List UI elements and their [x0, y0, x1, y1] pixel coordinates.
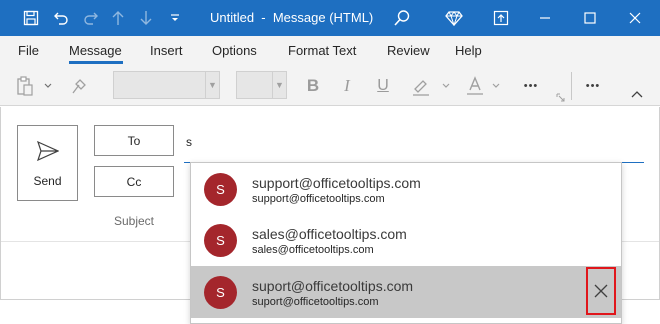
- search-icon[interactable]: [389, 0, 415, 36]
- arrow-up-icon[interactable]: [106, 0, 130, 36]
- suggestion-name: sales@officetooltips.com: [252, 226, 407, 242]
- customize-toolbar-icon[interactable]: [164, 0, 186, 36]
- tab-help[interactable]: Help: [455, 43, 482, 58]
- bold-button[interactable]: B: [303, 74, 323, 98]
- collapse-ribbon-icon[interactable]: [628, 88, 646, 102]
- close-icon[interactable]: [618, 0, 652, 36]
- chevron-down-icon: ▼: [272, 72, 286, 98]
- tab-message[interactable]: Message: [69, 43, 122, 58]
- send-icon: [37, 141, 59, 161]
- tab-insert[interactable]: Insert: [150, 43, 183, 58]
- send-button[interactable]: Send: [17, 125, 78, 201]
- format-painter-icon[interactable]: [66, 74, 92, 98]
- suggestion-item[interactable]: S sales@officetooltips.com sales@officet…: [191, 214, 621, 266]
- ribbon-toolbar: ▼ ▼ B I U ••• •••: [0, 66, 660, 106]
- font-color-icon[interactable]: [462, 74, 488, 98]
- underline-button[interactable]: U: [373, 74, 393, 98]
- suggestion-email: suport@officetooltips.com: [252, 296, 379, 308]
- minimize-icon[interactable]: [528, 0, 562, 36]
- undo-icon[interactable]: [48, 0, 74, 36]
- suggestion-email: support@officetooltips.com: [252, 193, 385, 205]
- tab-file[interactable]: File: [18, 43, 39, 58]
- toolbar-separator: [571, 72, 572, 100]
- send-label: Send: [33, 174, 62, 188]
- title-bar: Untitled - Message (HTML): [0, 0, 660, 36]
- ribbon-tabs: File Message Insert Options Format Text …: [0, 36, 660, 66]
- tab-format-text[interactable]: Format Text: [288, 43, 356, 58]
- paste-dropdown-icon[interactable]: [40, 74, 56, 98]
- avatar: S: [204, 173, 237, 206]
- highlight-dropdown-icon[interactable]: [440, 74, 452, 98]
- paste-icon[interactable]: [12, 74, 38, 98]
- suggestion-name: support@officetooltips.com: [252, 175, 421, 191]
- redo-icon[interactable]: [78, 0, 104, 36]
- subject-label: Subject: [113, 214, 155, 228]
- avatar: S: [204, 224, 237, 257]
- italic-button[interactable]: I: [337, 74, 357, 98]
- ribbon-display-icon[interactable]: [486, 0, 516, 36]
- chevron-down-icon: ▼: [205, 72, 219, 98]
- font-color-dropdown-icon[interactable]: [490, 74, 502, 98]
- diamond-icon[interactable]: [441, 0, 467, 36]
- more-commands-button[interactable]: •••: [580, 74, 606, 98]
- suggestion-name: suport@officetooltips.com: [252, 278, 414, 294]
- maximize-icon[interactable]: [573, 0, 607, 36]
- font-name-combo[interactable]: ▼: [113, 71, 220, 99]
- tab-review[interactable]: Review: [387, 43, 430, 58]
- to-input[interactable]: s: [184, 125, 644, 163]
- to-button[interactable]: To: [94, 125, 174, 156]
- font-size-combo[interactable]: ▼: [236, 71, 287, 99]
- arrow-down-icon[interactable]: [134, 0, 158, 36]
- suggestion-item[interactable]: S support@officetooltips.com support@off…: [191, 163, 621, 215]
- autocomplete-list: S support@officetooltips.com support@off…: [190, 162, 622, 324]
- dialog-launcher-icon[interactable]: [550, 92, 570, 102]
- window-title: Untitled - Message (HTML): [210, 10, 374, 25]
- active-tab-indicator: [69, 61, 123, 64]
- remove-suggestion-button[interactable]: [586, 267, 616, 315]
- close-icon: [594, 284, 608, 298]
- avatar: S: [204, 276, 237, 309]
- suggestion-email: sales@officetooltips.com: [252, 244, 374, 256]
- tab-options[interactable]: Options: [212, 43, 257, 58]
- save-icon[interactable]: [18, 0, 44, 36]
- cc-button[interactable]: Cc: [94, 166, 174, 197]
- highlight-icon[interactable]: [408, 74, 434, 98]
- more-formatting-button[interactable]: •••: [518, 74, 544, 98]
- suggestion-item-selected[interactable]: S suport@officetooltips.com suport@offic…: [191, 266, 621, 318]
